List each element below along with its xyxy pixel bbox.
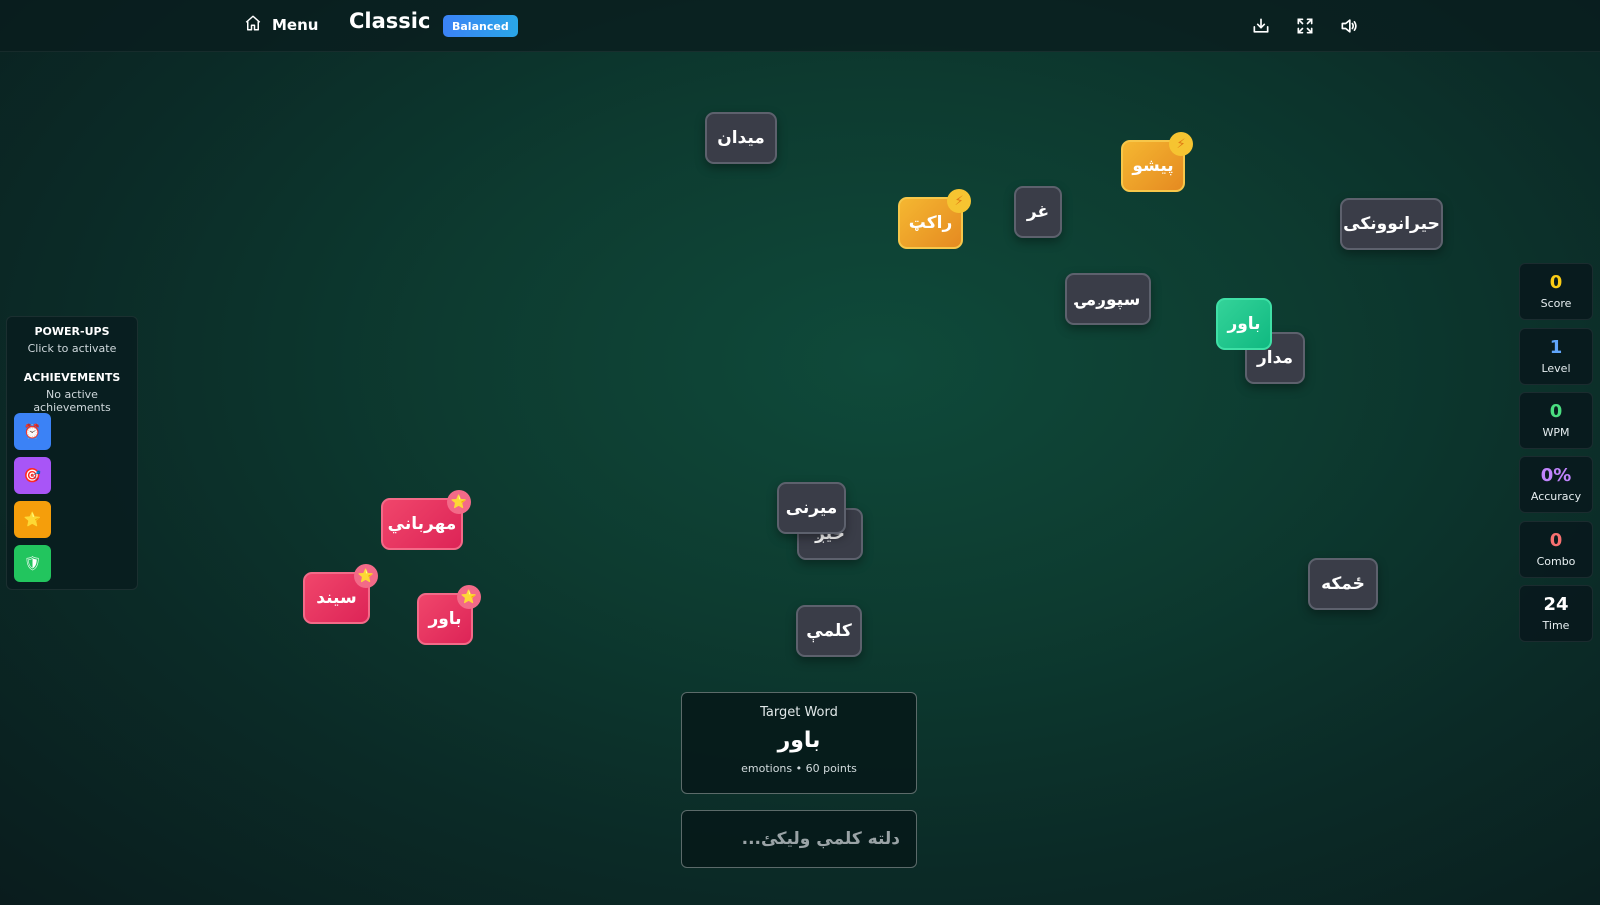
shield-icon: 🛡 bbox=[23, 555, 42, 572]
word-input[interactable] bbox=[681, 810, 917, 868]
word-text: غر bbox=[1026, 202, 1050, 222]
word-text: میرنی bbox=[785, 498, 838, 518]
powerups-panel: POWER-UPS Click to activate ACHIEVEMENTS… bbox=[6, 316, 138, 590]
word-text: مهرباني bbox=[387, 514, 457, 534]
word-tile[interactable]: ځمکه bbox=[1308, 558, 1378, 610]
target-word-card: Target Word باور emotions • 60 points bbox=[681, 692, 917, 794]
word-text: کلمې bbox=[806, 621, 852, 641]
star-icon: ⭐ bbox=[457, 585, 481, 609]
alarm-clock-icon: ⏰ bbox=[23, 423, 42, 440]
star-icon: ⭐ bbox=[354, 564, 378, 588]
word-tile[interactable]: حیرانوونکی bbox=[1340, 198, 1443, 250]
stat-value: 0 bbox=[1549, 530, 1563, 551]
top-bar: Menu Classic Balanced bbox=[0, 0, 1600, 52]
word-tile[interactable]: باور ⭐ bbox=[417, 585, 481, 645]
volume-icon[interactable] bbox=[1339, 16, 1359, 36]
stat-value: 24 bbox=[1543, 594, 1569, 615]
target-icon: 🎯 bbox=[23, 467, 42, 484]
word-tile[interactable]: میدان bbox=[705, 112, 777, 164]
fullscreen-icon[interactable] bbox=[1295, 16, 1315, 36]
bolt-icon: ⚡ bbox=[1169, 132, 1193, 156]
mode-title: Classic bbox=[349, 9, 431, 33]
stat-label: Time bbox=[1542, 619, 1570, 632]
stat-score: 0 Score bbox=[1519, 263, 1593, 320]
stat-value: 0 bbox=[1549, 401, 1563, 422]
stat-label: Accuracy bbox=[1530, 490, 1582, 503]
stat-time: 24 Time bbox=[1519, 585, 1593, 642]
word-text: پیشو bbox=[1132, 156, 1174, 176]
word-text: میدان bbox=[717, 128, 765, 148]
word-text: راکټ bbox=[908, 213, 953, 233]
word-tile[interactable]: پیشو ⚡ bbox=[1121, 132, 1193, 192]
word-tile[interactable]: باور bbox=[1216, 298, 1272, 350]
stat-combo: 0 Combo bbox=[1519, 521, 1593, 578]
star-powerup-button[interactable]: ⭐ bbox=[14, 501, 51, 538]
word-text: سیند bbox=[316, 588, 357, 608]
difficulty-badge: Balanced bbox=[443, 15, 518, 37]
powerups-heading: POWER-UPS bbox=[34, 325, 110, 338]
stat-label: Score bbox=[1540, 297, 1572, 310]
word-tile[interactable]: میرنی bbox=[777, 482, 846, 534]
word-tile[interactable]: سیند ⭐ bbox=[303, 564, 378, 624]
target-label: Target Word bbox=[760, 705, 838, 720]
word-text: ځمکه bbox=[1321, 574, 1365, 594]
target-word: باور bbox=[777, 728, 821, 753]
download-icon[interactable] bbox=[1251, 16, 1271, 36]
stat-wpm: 0 WPM bbox=[1519, 392, 1593, 449]
word-text: سپوږمۍ bbox=[1075, 289, 1141, 310]
menu-button[interactable]: Menu bbox=[244, 12, 318, 38]
stat-value: 0 bbox=[1549, 272, 1563, 293]
word-text: باور bbox=[1227, 314, 1261, 334]
word-tile[interactable]: سپوږمۍ bbox=[1065, 273, 1151, 325]
alarm-clock-powerup-button[interactable]: ⏰ bbox=[14, 413, 51, 450]
word-tile[interactable]: غر bbox=[1014, 186, 1062, 238]
stat-label: Combo bbox=[1536, 555, 1576, 568]
stat-accuracy: 0% Accuracy bbox=[1519, 456, 1593, 513]
stat-value: 1 bbox=[1549, 337, 1563, 358]
word-text: مدار bbox=[1257, 348, 1293, 368]
menu-label: Menu bbox=[272, 16, 319, 34]
word-text: حیرانوونکی bbox=[1343, 214, 1440, 234]
word-tile[interactable]: کلمې bbox=[796, 605, 862, 657]
achievements-subtitle: No active achievements bbox=[33, 388, 111, 414]
star-icon: ⭐ bbox=[447, 490, 471, 514]
target-powerup-button[interactable]: 🎯 bbox=[14, 457, 51, 494]
stat-value: 0% bbox=[1540, 465, 1572, 486]
shield-powerup-button[interactable]: 🛡 bbox=[14, 545, 51, 582]
word-tile[interactable]: مهرباني ⭐ bbox=[381, 490, 471, 550]
word-text: باور bbox=[428, 609, 462, 629]
stat-level: 1 Level bbox=[1519, 328, 1593, 385]
star-icon: ⭐ bbox=[23, 511, 42, 528]
powerups-subtitle: Click to activate bbox=[27, 342, 117, 355]
stat-label: Level bbox=[1541, 362, 1571, 375]
bolt-icon: ⚡ bbox=[947, 189, 971, 213]
target-info: emotions • 60 points bbox=[741, 762, 857, 775]
word-tile[interactable]: راکټ ⚡ bbox=[898, 189, 971, 249]
achievements-heading: ACHIEVEMENTS bbox=[23, 371, 121, 384]
stat-label: WPM bbox=[1542, 426, 1570, 439]
home-icon bbox=[244, 14, 262, 36]
